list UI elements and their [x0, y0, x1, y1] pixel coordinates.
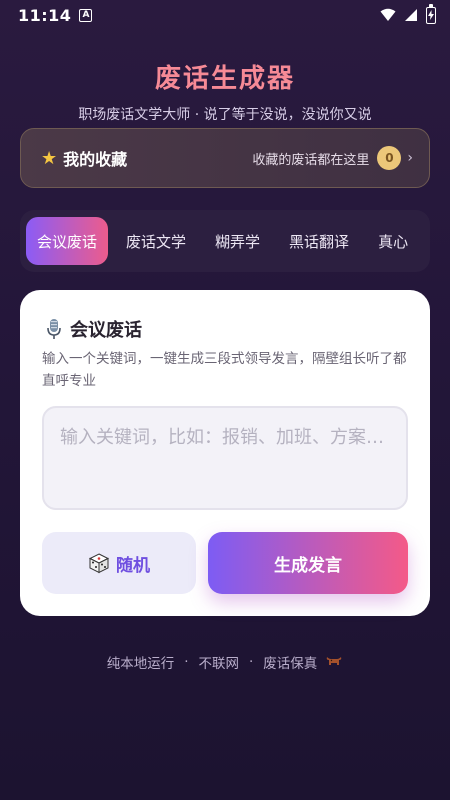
card-title: 会议废话: [70, 320, 142, 341]
random-button[interactable]: 随机: [42, 532, 196, 594]
keyword-input[interactable]: [42, 406, 408, 510]
footer-item-fidelity: 废话保真: [263, 656, 318, 672]
category-tabs: 会议废话 废话文学 糊弄学 黑话翻译 真心: [20, 210, 430, 272]
favorites-description: 收藏的废话都在这里: [252, 152, 370, 168]
generate-speech-button[interactable]: 生成发言: [208, 532, 408, 594]
tab-perfunctory[interactable]: 糊弄学: [204, 217, 271, 265]
footer-item-offline: 不联网: [198, 656, 240, 672]
footer-separator: ·: [184, 654, 189, 670]
favorites-card[interactable]: ★ 我的收藏 收藏的废话都在这里 0 ›: [20, 128, 430, 188]
tab-nonsense-literature[interactable]: 废话文学: [115, 217, 197, 265]
microphone-icon: [47, 319, 61, 339]
app-subtitle: 职场废话文学大师 · 说了等于没说，没说你又说: [78, 107, 372, 123]
favorites-title: 我的收藏: [63, 150, 128, 169]
random-button-label: 随机: [116, 555, 150, 576]
status-time: 11:14: [18, 5, 72, 25]
card-description: 输入一个关键词，一键生成三段式领导发言，隔壁组长听了都直呼专业: [42, 351, 407, 389]
battery-charging-icon: [426, 3, 436, 24]
signal-icon: [405, 9, 417, 21]
footer: 纯本地运行 · 不联网 · 废话保真: [0, 652, 450, 672]
bull-icon: [327, 657, 342, 665]
footer-item-local: 纯本地运行: [106, 656, 175, 672]
generator-card: 会议废话 输入一个关键词，一键生成三段式领导发言，隔壁组长听了都直呼专业 随机 …: [20, 290, 430, 616]
favorites-count-badge: 0: [377, 146, 402, 170]
status-bar: 11:14 A: [0, 0, 450, 30]
wifi-icon: [380, 8, 396, 21]
tab-jargon-translate[interactable]: 黑话翻译: [278, 217, 360, 265]
tab-meeting-nonsense[interactable]: 会议废话: [26, 217, 109, 265]
status-notification-icon: A: [79, 8, 93, 22]
footer-separator: ·: [249, 654, 254, 670]
app-title: 废话生成器: [154, 64, 295, 94]
star-icon: ★: [41, 147, 58, 169]
status-icons: [380, 3, 436, 24]
generate-button-label: 生成发言: [274, 555, 342, 576]
chevron-right-icon: ›: [407, 150, 413, 166]
favorites-right: 收藏的废话都在这里 0 ›: [252, 146, 413, 170]
card-header: 会议废话: [44, 316, 142, 342]
dice-icon: [88, 553, 110, 574]
tab-sincere[interactable]: 真心: [367, 217, 419, 265]
